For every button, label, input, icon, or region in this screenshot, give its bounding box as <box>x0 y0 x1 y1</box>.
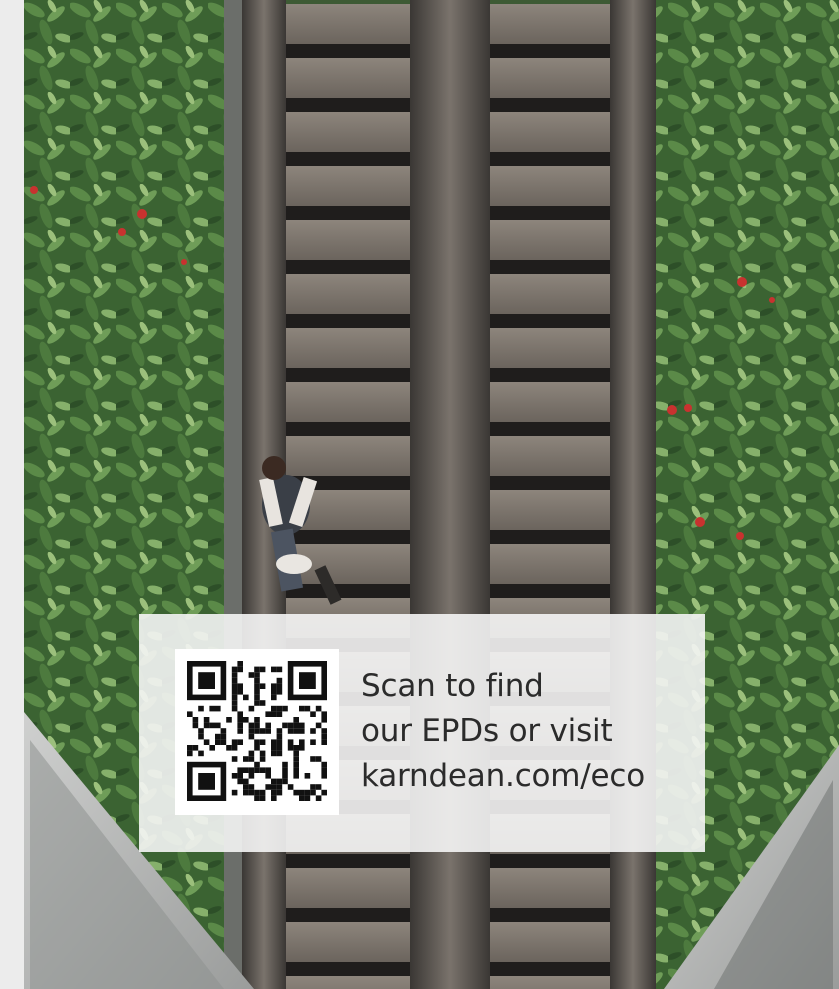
callout-text: Scan to find our EPDs or visit karndean.… <box>361 664 691 799</box>
callout-line-2: our EPDs or visit <box>361 713 613 749</box>
callout-line-1: Scan to find <box>361 668 544 704</box>
callout-line-3[interactable]: karndean.com/eco <box>361 754 691 799</box>
qr-code-icon[interactable] <box>175 649 339 815</box>
qr-callout-box: Scan to find our EPDs or visit karndean.… <box>139 614 705 852</box>
page-margin <box>0 0 24 989</box>
brochure-page: Scan to find our EPDs or visit karndean.… <box>0 0 839 989</box>
